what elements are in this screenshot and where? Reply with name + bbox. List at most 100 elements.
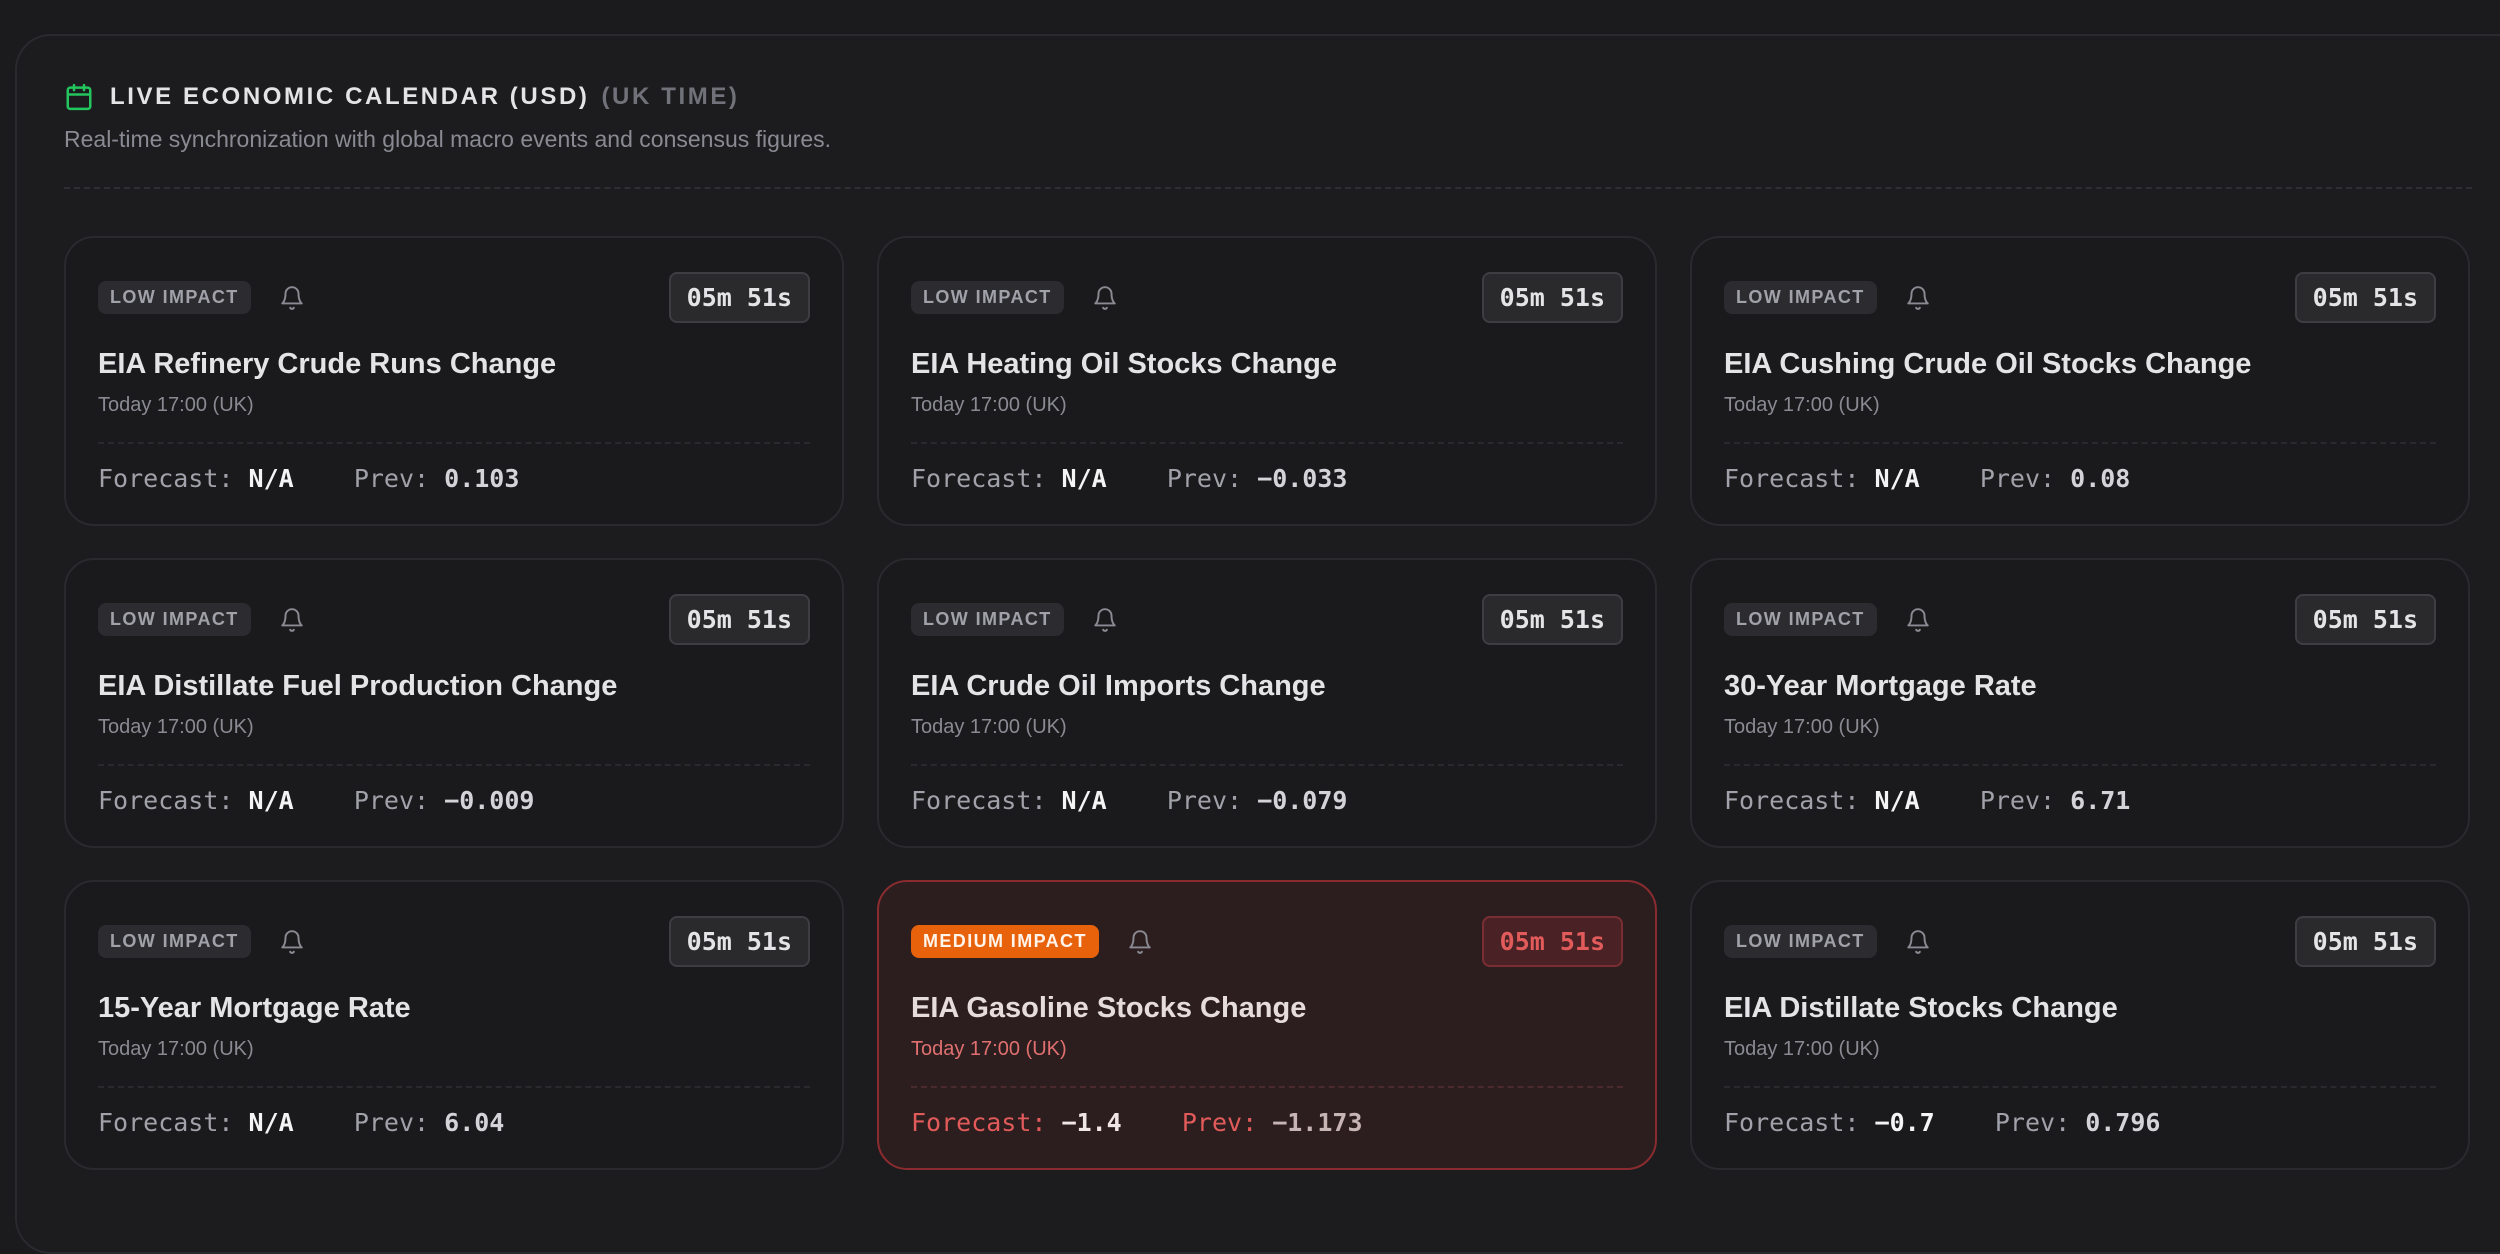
event-time: Today 17:00 (UK) [1724, 716, 1880, 738]
forecast-label: Forecast: [98, 1108, 234, 1137]
countdown-timer: 05m 51s [668, 594, 810, 645]
event-name: EIA Crude Oil Imports Change [911, 670, 1326, 702]
bell-icon[interactable] [279, 285, 305, 311]
event-card[interactable]: LOW IMPACT 05m 51s EIA Crude Oil Imports… [877, 558, 1657, 848]
prev-label: Prev: [353, 786, 430, 815]
card-top-left: LOW IMPACT [1724, 603, 1931, 636]
forecast-value: N/A [1874, 464, 1920, 493]
bell-icon[interactable] [279, 607, 305, 633]
event-card[interactable]: LOW IMPACT 05m 51s EIA Cushing Crude Oil… [1690, 236, 2470, 526]
prev-value: 0.08 [2070, 464, 2131, 493]
card-divider [1724, 1086, 2436, 1088]
prev-label: Prev: [1979, 464, 2056, 493]
card-top: LOW IMPACT 05m 51s [911, 594, 1623, 645]
prev-value: 6.04 [444, 1108, 505, 1137]
forecast-label: Forecast: [911, 464, 1047, 493]
card-divider [911, 442, 1623, 444]
countdown-timer: 05m 51s [1481, 594, 1623, 645]
forecast-label: Forecast: [911, 786, 1047, 815]
card-top: LOW IMPACT 05m 51s [98, 916, 810, 967]
card-top: MEDIUM IMPACT 05m 51s [911, 916, 1623, 967]
card-top-left: LOW IMPACT [911, 603, 1118, 636]
card-divider [1724, 764, 2436, 766]
impact-badge: LOW IMPACT [98, 281, 251, 314]
event-stats: Forecast: −1.4 Prev: −1.173 [911, 1108, 1363, 1137]
event-time: Today 17:00 (UK) [911, 394, 1067, 416]
forecast-value: −1.4 [1061, 1108, 1122, 1137]
prev-value: −0.033 [1257, 464, 1348, 493]
prev-label: Prev: [1979, 786, 2056, 815]
prev-label: Prev: [1166, 464, 1243, 493]
event-stats: Forecast: N/A Prev: 6.71 [1724, 786, 2130, 815]
forecast-label: Forecast: [1724, 464, 1860, 493]
countdown-timer: 05m 51s [2294, 594, 2436, 645]
bell-icon[interactable] [1092, 285, 1118, 311]
event-card[interactable]: MEDIUM IMPACT 05m 51s EIA Gasoline Stock… [877, 880, 1657, 1170]
event-name: EIA Distillate Fuel Production Change [98, 670, 618, 702]
prev-label: Prev: [1166, 786, 1243, 815]
event-name: 30-Year Mortgage Rate [1724, 670, 2037, 702]
card-top: LOW IMPACT 05m 51s [1724, 272, 2436, 323]
prev-value: −0.009 [444, 786, 535, 815]
card-top: LOW IMPACT 05m 51s [98, 272, 810, 323]
prev-value: −1.173 [1272, 1108, 1363, 1137]
card-top-left: LOW IMPACT [98, 603, 305, 636]
card-top-left: LOW IMPACT [1724, 281, 1931, 314]
calendar-header: LIVE ECONOMIC CALENDAR (USD) (UK TIME) R… [64, 82, 831, 153]
event-stats: Forecast: N/A Prev: −0.079 [911, 786, 1347, 815]
card-top: LOW IMPACT 05m 51s [1724, 916, 2436, 967]
impact-badge: LOW IMPACT [98, 925, 251, 958]
bell-icon[interactable] [1905, 929, 1931, 955]
bell-icon[interactable] [279, 929, 305, 955]
card-divider [911, 1086, 1623, 1088]
event-name: 15-Year Mortgage Rate [98, 992, 411, 1024]
card-divider [98, 442, 810, 444]
bell-icon[interactable] [1905, 607, 1931, 633]
card-divider [1724, 442, 2436, 444]
event-name: EIA Distillate Stocks Change [1724, 992, 2118, 1024]
forecast-value: N/A [1061, 464, 1107, 493]
event-name: EIA Cushing Crude Oil Stocks Change [1724, 348, 2252, 380]
prev-value: 0.103 [444, 464, 520, 493]
event-stats: Forecast: N/A Prev: −0.033 [911, 464, 1347, 493]
event-stats: Forecast: N/A Prev: 0.08 [1724, 464, 2130, 493]
event-time: Today 17:00 (UK) [98, 716, 254, 738]
event-card[interactable]: LOW IMPACT 05m 51s EIA Heating Oil Stock… [877, 236, 1657, 526]
title-row: LIVE ECONOMIC CALENDAR (USD) (UK TIME) [64, 82, 831, 112]
card-top: LOW IMPACT 05m 51s [98, 594, 810, 645]
event-card[interactable]: LOW IMPACT 05m 51s EIA Refinery Crude Ru… [64, 236, 844, 526]
forecast-label: Forecast: [911, 1108, 1047, 1137]
prev-label: Prev: [1994, 1108, 2071, 1137]
forecast-value: N/A [248, 1108, 294, 1137]
event-time: Today 17:00 (UK) [98, 394, 254, 416]
event-stats: Forecast: N/A Prev: −0.009 [98, 786, 534, 815]
event-card[interactable]: LOW IMPACT 05m 51s EIA Distillate Stocks… [1690, 880, 2470, 1170]
event-card[interactable]: LOW IMPACT 05m 51s EIA Distillate Fuel P… [64, 558, 844, 848]
timezone-label: (UK TIME) [601, 83, 740, 110]
forecast-label: Forecast: [98, 786, 234, 815]
event-name: EIA Gasoline Stocks Change [911, 992, 1307, 1024]
forecast-value: N/A [1874, 786, 1920, 815]
event-name: EIA Refinery Crude Runs Change [98, 348, 557, 380]
countdown-timer: 05m 51s [1481, 916, 1623, 967]
bell-icon[interactable] [1905, 285, 1931, 311]
event-card[interactable]: LOW IMPACT 05m 51s 30-Year Mortgage Rate… [1690, 558, 2470, 848]
countdown-timer: 05m 51s [2294, 916, 2436, 967]
forecast-label: Forecast: [98, 464, 234, 493]
event-card[interactable]: LOW IMPACT 05m 51s 15-Year Mortgage Rate… [64, 880, 844, 1170]
page-title: LIVE ECONOMIC CALENDAR (USD) [110, 83, 590, 110]
card-divider [98, 764, 810, 766]
prev-value: 6.71 [2070, 786, 2131, 815]
forecast-value: N/A [248, 786, 294, 815]
impact-badge: LOW IMPACT [98, 603, 251, 636]
impact-badge: LOW IMPACT [1724, 925, 1877, 958]
bell-icon[interactable] [1092, 607, 1118, 633]
impact-badge: LOW IMPACT [911, 603, 1064, 636]
bell-icon[interactable] [1127, 929, 1153, 955]
event-stats: Forecast: N/A Prev: 0.103 [98, 464, 519, 493]
impact-badge: LOW IMPACT [1724, 281, 1877, 314]
impact-badge: LOW IMPACT [911, 281, 1064, 314]
card-top: LOW IMPACT 05m 51s [1724, 594, 2436, 645]
card-top: LOW IMPACT 05m 51s [911, 272, 1623, 323]
forecast-value: −0.7 [1874, 1108, 1935, 1137]
